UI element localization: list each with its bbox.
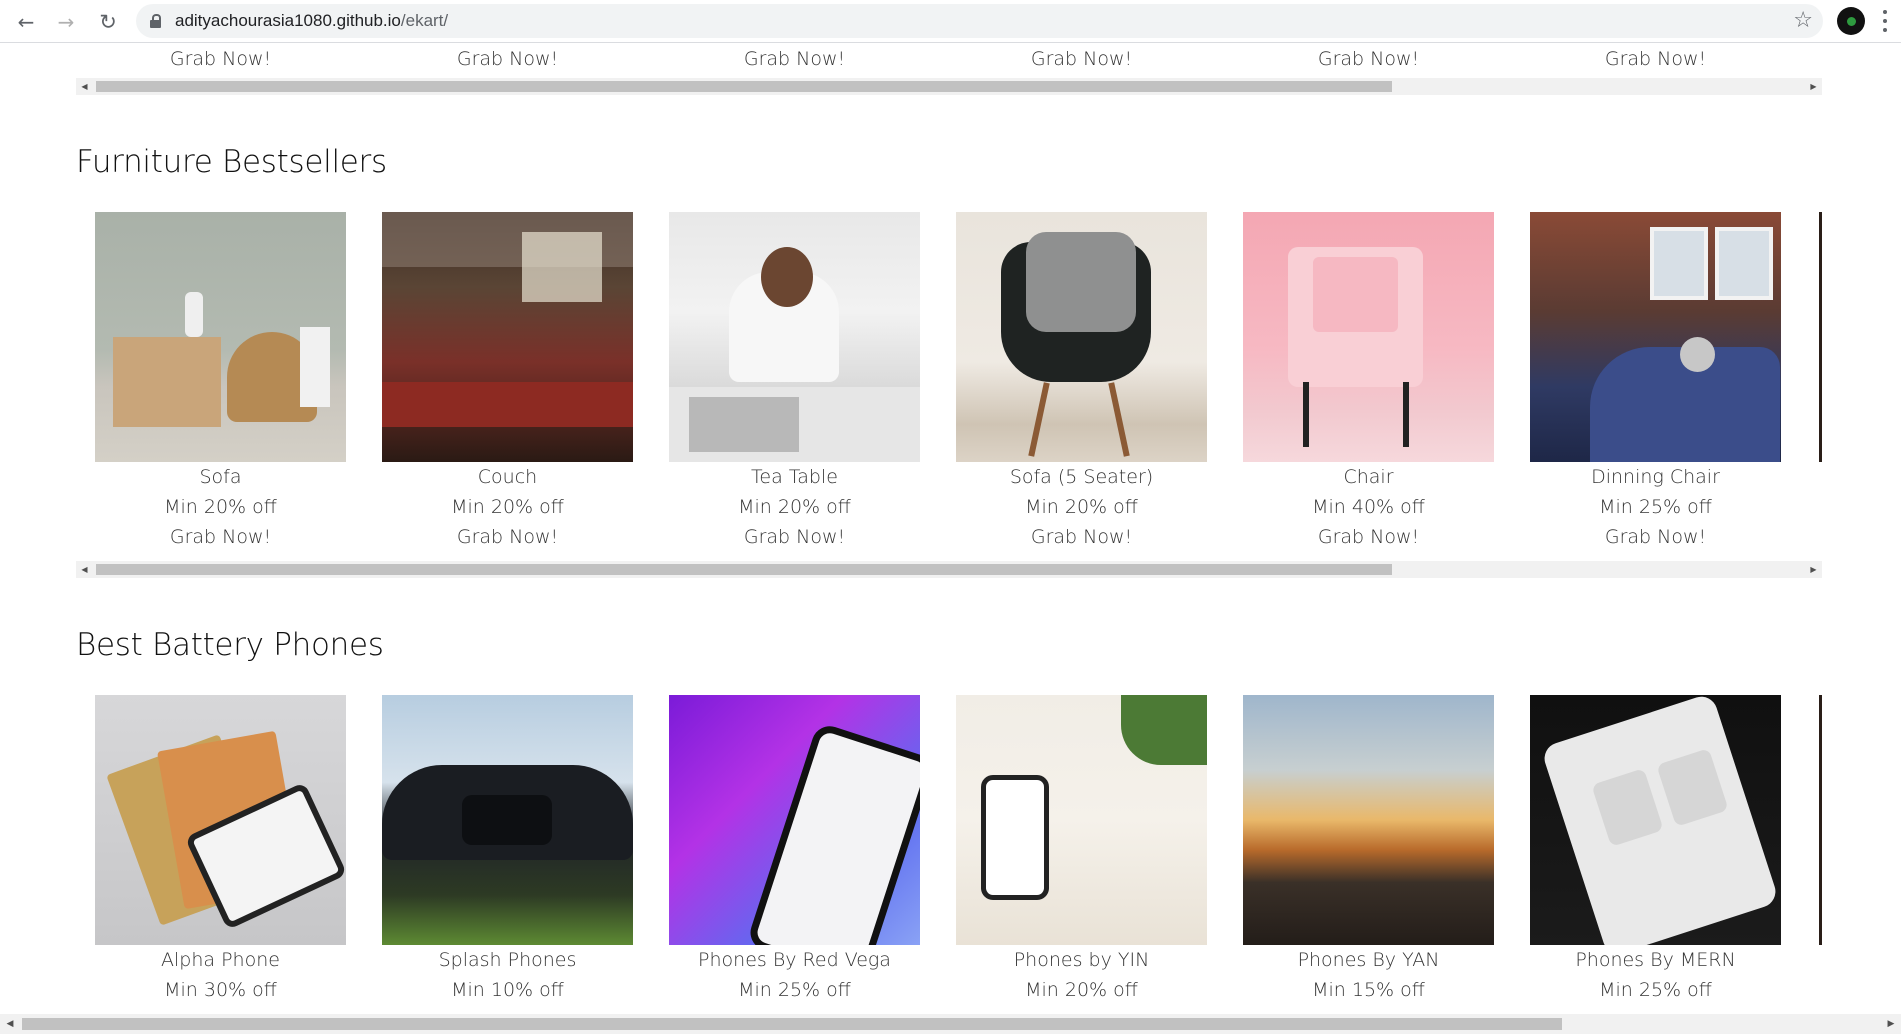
top-card: Grab Now! <box>937 44 1188 74</box>
product-offer: Min 10% off <box>451 979 564 1001</box>
lock-icon[interactable] <box>150 14 161 28</box>
product-offer: Min 30% off <box>164 979 277 1001</box>
product-card-chair[interactable]: Chair Min 40% off Grab Now! <box>1224 212 1494 552</box>
product-card-couch[interactable]: Couch Min 20% off Grab Now! <box>363 212 633 552</box>
product-image[interactable] <box>669 212 920 462</box>
product-offer: Min 20% off <box>451 496 564 518</box>
product-name: Alpha Phone <box>161 949 280 971</box>
product-offer: Min 20% off <box>164 496 277 518</box>
scroll-right-icon[interactable]: ▶ <box>1805 78 1822 95</box>
product-offer: Min 25% off <box>1599 496 1712 518</box>
product-offer: Min 20% off <box>738 496 851 518</box>
product-name: Phones by YIN <box>1013 949 1150 971</box>
product-card-phones-by-mern[interactable]: Phones By MERN Min 25% off <box>1511 695 1781 1005</box>
product-name: Sofa <box>199 466 242 488</box>
product-offer: Min 20% off <box>1025 979 1138 1001</box>
product-image[interactable] <box>956 212 1207 462</box>
scrollbar-thumb[interactable] <box>96 564 1392 575</box>
product-card-dinning-chair[interactable]: Dinning Chair Min 25% off Grab Now! <box>1511 212 1781 552</box>
product-image[interactable] <box>1243 212 1494 462</box>
top-product-row: Grab Now! Grab Now! Grab Now! Grab Now! … <box>76 44 1822 74</box>
product-card-sofa[interactable]: Sofa Min 20% off Grab Now! <box>76 212 346 552</box>
top-card: Grab Now! <box>1224 44 1475 74</box>
product-image[interactable] <box>382 695 633 945</box>
product-name: Dinning Chair <box>1591 466 1720 488</box>
top-card: Grab Now! <box>76 44 327 74</box>
scroll-left-icon[interactable]: ◀ <box>76 78 93 95</box>
product-offer: Min 25% off <box>738 979 851 1001</box>
top-card: Grab Now! <box>363 44 614 74</box>
grab-now-link[interactable]: Grab Now! <box>669 522 920 552</box>
section-title-furniture: Furniture Bestsellers <box>76 144 387 180</box>
next-card-edge <box>1819 212 1822 462</box>
next-card-edge <box>1819 695 1822 945</box>
product-image[interactable] <box>956 695 1207 945</box>
url-text[interactable]: adityachourasia1080.github.io/ekart/ <box>175 11 448 31</box>
scrollbar-thumb[interactable] <box>96 81 1392 92</box>
grab-now-link[interactable]: Grab Now! <box>1243 522 1494 552</box>
product-card-sofa-5-seater[interactable]: Sofa (5 Seater) Min 20% off Grab Now! <box>937 212 1207 552</box>
product-image[interactable] <box>95 695 346 945</box>
url-path: /ekart/ <box>400 11 449 30</box>
top-card: Grab Now! <box>650 44 901 74</box>
product-name: Chair <box>1343 466 1394 488</box>
product-offer: Min 25% off <box>1599 979 1712 1001</box>
product-offer: Min 15% off <box>1312 979 1425 1001</box>
grab-now-link[interactable]: Grab Now! <box>956 44 1207 74</box>
scroll-left-icon[interactable]: ◀ <box>76 561 93 578</box>
profile-avatar-icon[interactable] <box>1837 7 1865 35</box>
grab-now-link[interactable]: Grab Now! <box>956 522 1207 552</box>
address-bar[interactable]: adityachourasia1080.github.io/ekart/ ☆ <box>136 4 1823 38</box>
product-card-phones-by-yan[interactable]: Phones By YAN Min 15% off <box>1224 695 1494 1005</box>
back-arrow-icon[interactable]: ← <box>12 8 40 36</box>
browser-toolbar: ← → ↻ adityachourasia1080.github.io/ekar… <box>0 0 1901 43</box>
phones-row: Alpha Phone Min 30% off Splash Phones Mi… <box>76 695 1822 1015</box>
product-name: Sofa (5 Seater) <box>1009 466 1154 488</box>
grab-now-link[interactable]: Grab Now! <box>1530 44 1781 74</box>
page-horizontal-scrollbar[interactable]: ◀ ▶ <box>0 1014 1901 1034</box>
grab-now-link[interactable]: Grab Now! <box>669 44 920 74</box>
kebab-menu-icon[interactable] <box>1883 10 1887 32</box>
url-domain: adityachourasia1080.github.io <box>175 11 401 30</box>
furniture-row-scrollbar[interactable]: ◀ ▶ <box>76 561 1822 578</box>
product-offer: Min 20% off <box>1025 496 1138 518</box>
product-card-alpha-phone[interactable]: Alpha Phone Min 30% off <box>76 695 346 1005</box>
scroll-left-icon[interactable]: ◀ <box>0 1014 20 1034</box>
reload-icon[interactable]: ↻ <box>94 8 122 36</box>
product-name: Couch <box>477 466 538 488</box>
furniture-row: Sofa Min 20% off Grab Now! Couch Min 20%… <box>76 212 1822 557</box>
product-name: Tea Table <box>751 466 838 488</box>
product-image[interactable] <box>382 212 633 462</box>
product-card-phones-by-yin[interactable]: Phones by YIN Min 20% off <box>937 695 1207 1005</box>
scroll-right-icon[interactable]: ▶ <box>1881 1014 1901 1034</box>
product-card-splash-phones[interactable]: Splash Phones Min 10% off <box>363 695 633 1005</box>
bookmark-star-icon[interactable]: ☆ <box>1793 8 1813 33</box>
product-offer: Min 40% off <box>1312 496 1425 518</box>
grab-now-link[interactable]: Grab Now! <box>1530 522 1781 552</box>
grab-now-link[interactable]: Grab Now! <box>382 522 633 552</box>
product-name: Splash Phones <box>438 949 577 971</box>
product-name: Phones By YAN <box>1297 949 1440 971</box>
product-image[interactable] <box>669 695 920 945</box>
product-card-phones-by-red-vega[interactable]: Phones By Red Vega Min 25% off <box>650 695 920 1005</box>
product-image[interactable] <box>95 212 346 462</box>
forward-arrow-icon[interactable]: → <box>52 8 80 36</box>
product-image[interactable] <box>1530 212 1781 462</box>
grab-now-link[interactable]: Grab Now! <box>95 44 346 74</box>
top-row-scrollbar[interactable]: ◀ ▶ <box>76 78 1822 95</box>
product-name: Phones By MERN <box>1575 949 1736 971</box>
page-content: Grab Now! Grab Now! Grab Now! Grab Now! … <box>0 44 1901 1034</box>
product-name: Phones By Red Vega <box>698 949 891 971</box>
scroll-right-icon[interactable]: ▶ <box>1805 561 1822 578</box>
product-card-tea-table[interactable]: Tea Table Min 20% off Grab Now! <box>650 212 920 552</box>
grab-now-link[interactable]: Grab Now! <box>95 522 346 552</box>
section-title-phones: Best Battery Phones <box>76 627 384 663</box>
scrollbar-thumb[interactable] <box>22 1018 1562 1030</box>
grab-now-link[interactable]: Grab Now! <box>382 44 633 74</box>
grab-now-link[interactable]: Grab Now! <box>1243 44 1494 74</box>
product-image[interactable] <box>1243 695 1494 945</box>
product-image[interactable] <box>1530 695 1781 945</box>
top-card: Grab Now! <box>1511 44 1762 74</box>
